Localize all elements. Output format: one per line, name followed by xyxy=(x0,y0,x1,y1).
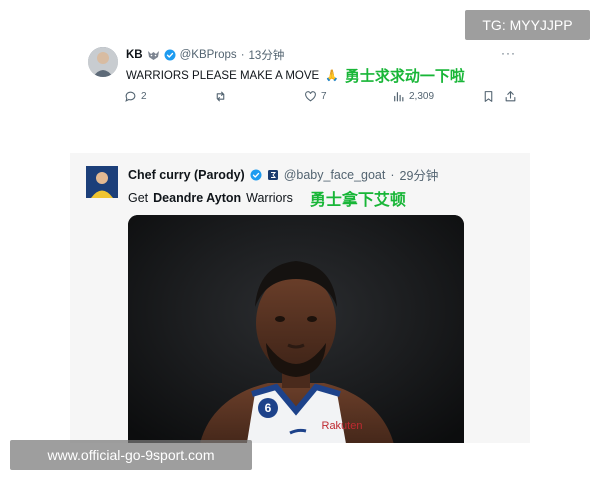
like-button[interactable]: 7 xyxy=(304,90,327,103)
tweet-header: KB @KBProps · 13分钟 xyxy=(126,47,284,63)
chinese-caption: 勇士求求动一下啦 xyxy=(344,67,465,85)
avatar-photo xyxy=(88,47,118,77)
retweet-icon xyxy=(216,91,225,102)
pray-emoji: 🙏 xyxy=(325,70,339,82)
retweet-button[interactable] xyxy=(214,90,231,103)
view-count: 2,309 xyxy=(409,91,435,102)
views-icon xyxy=(394,92,404,102)
tg-watermark: TG: MYYJJPP xyxy=(465,10,590,40)
bookmark-icon xyxy=(484,91,493,102)
share-button[interactable] xyxy=(504,90,517,103)
handle[interactable]: @KBProps xyxy=(180,49,237,61)
separator: · xyxy=(240,49,245,61)
handle[interactable]: @baby_face_goat xyxy=(284,168,386,182)
reply-button[interactable]: 2 xyxy=(124,90,147,103)
text-bold-name: Deandre Ayton xyxy=(153,191,242,205)
bookmark-button[interactable] xyxy=(482,90,495,103)
tweet-text: Get Deandre Ayton Warriors 勇士拿下艾顿 xyxy=(128,186,406,210)
separator: · xyxy=(390,167,395,182)
tweet-text-content: WARRIORS PLEASE MAKE A MOVE xyxy=(126,69,320,82)
tweet-header: Chef curry (Parody) @baby_face_goat · 29… xyxy=(128,165,438,184)
url-watermark: www.official-go-9sport.com xyxy=(10,440,252,470)
like-count: 7 xyxy=(321,91,327,102)
jersey-number: 6 xyxy=(265,401,272,415)
timestamp[interactable]: 13分钟 xyxy=(249,47,285,63)
action-bar: 2 7 2,309 xyxy=(124,90,524,104)
player-photo: 6 Rakuten xyxy=(128,215,464,443)
reply-count: 2 xyxy=(141,91,147,102)
avatar[interactable] xyxy=(86,166,118,198)
heart-icon xyxy=(305,91,316,102)
timestamp[interactable]: 29分钟 xyxy=(400,165,439,184)
reply-icon xyxy=(125,91,136,102)
display-name[interactable]: Chef curry (Parody) xyxy=(128,168,245,182)
tweet-text: WARRIORS PLEASE MAKE A MOVE 🙏 勇士求求动一下啦 xyxy=(126,65,465,86)
chinese-caption: 勇士拿下艾顿 xyxy=(309,190,406,209)
verified-badge-icon xyxy=(164,49,176,61)
display-name[interactable]: KB xyxy=(126,49,143,61)
verified-badge-icon xyxy=(250,169,262,180)
jersey-sponsor-logo: Rakuten xyxy=(322,420,363,432)
more-options-icon[interactable]: ··· xyxy=(501,46,516,60)
wolf-emoji-icon xyxy=(147,51,159,60)
views-button[interactable]: 2,309 xyxy=(392,90,434,103)
tweet-media-image[interactable]: 6 Rakuten xyxy=(128,215,464,443)
share-icon xyxy=(505,91,516,102)
text-suffix: Warriors xyxy=(246,191,293,205)
avatar[interactable] xyxy=(88,47,118,77)
avatar-photo xyxy=(86,166,118,198)
affiliate-badge-icon xyxy=(267,169,278,180)
tweet-kb: KB @KBProps · 13分钟 ··· WARRIORS PLEASE M… xyxy=(76,38,528,114)
text-prefix: Get xyxy=(128,191,149,205)
tweet-chef-curry: Chef curry (Parody) @baby_face_goat · 29… xyxy=(70,153,530,443)
